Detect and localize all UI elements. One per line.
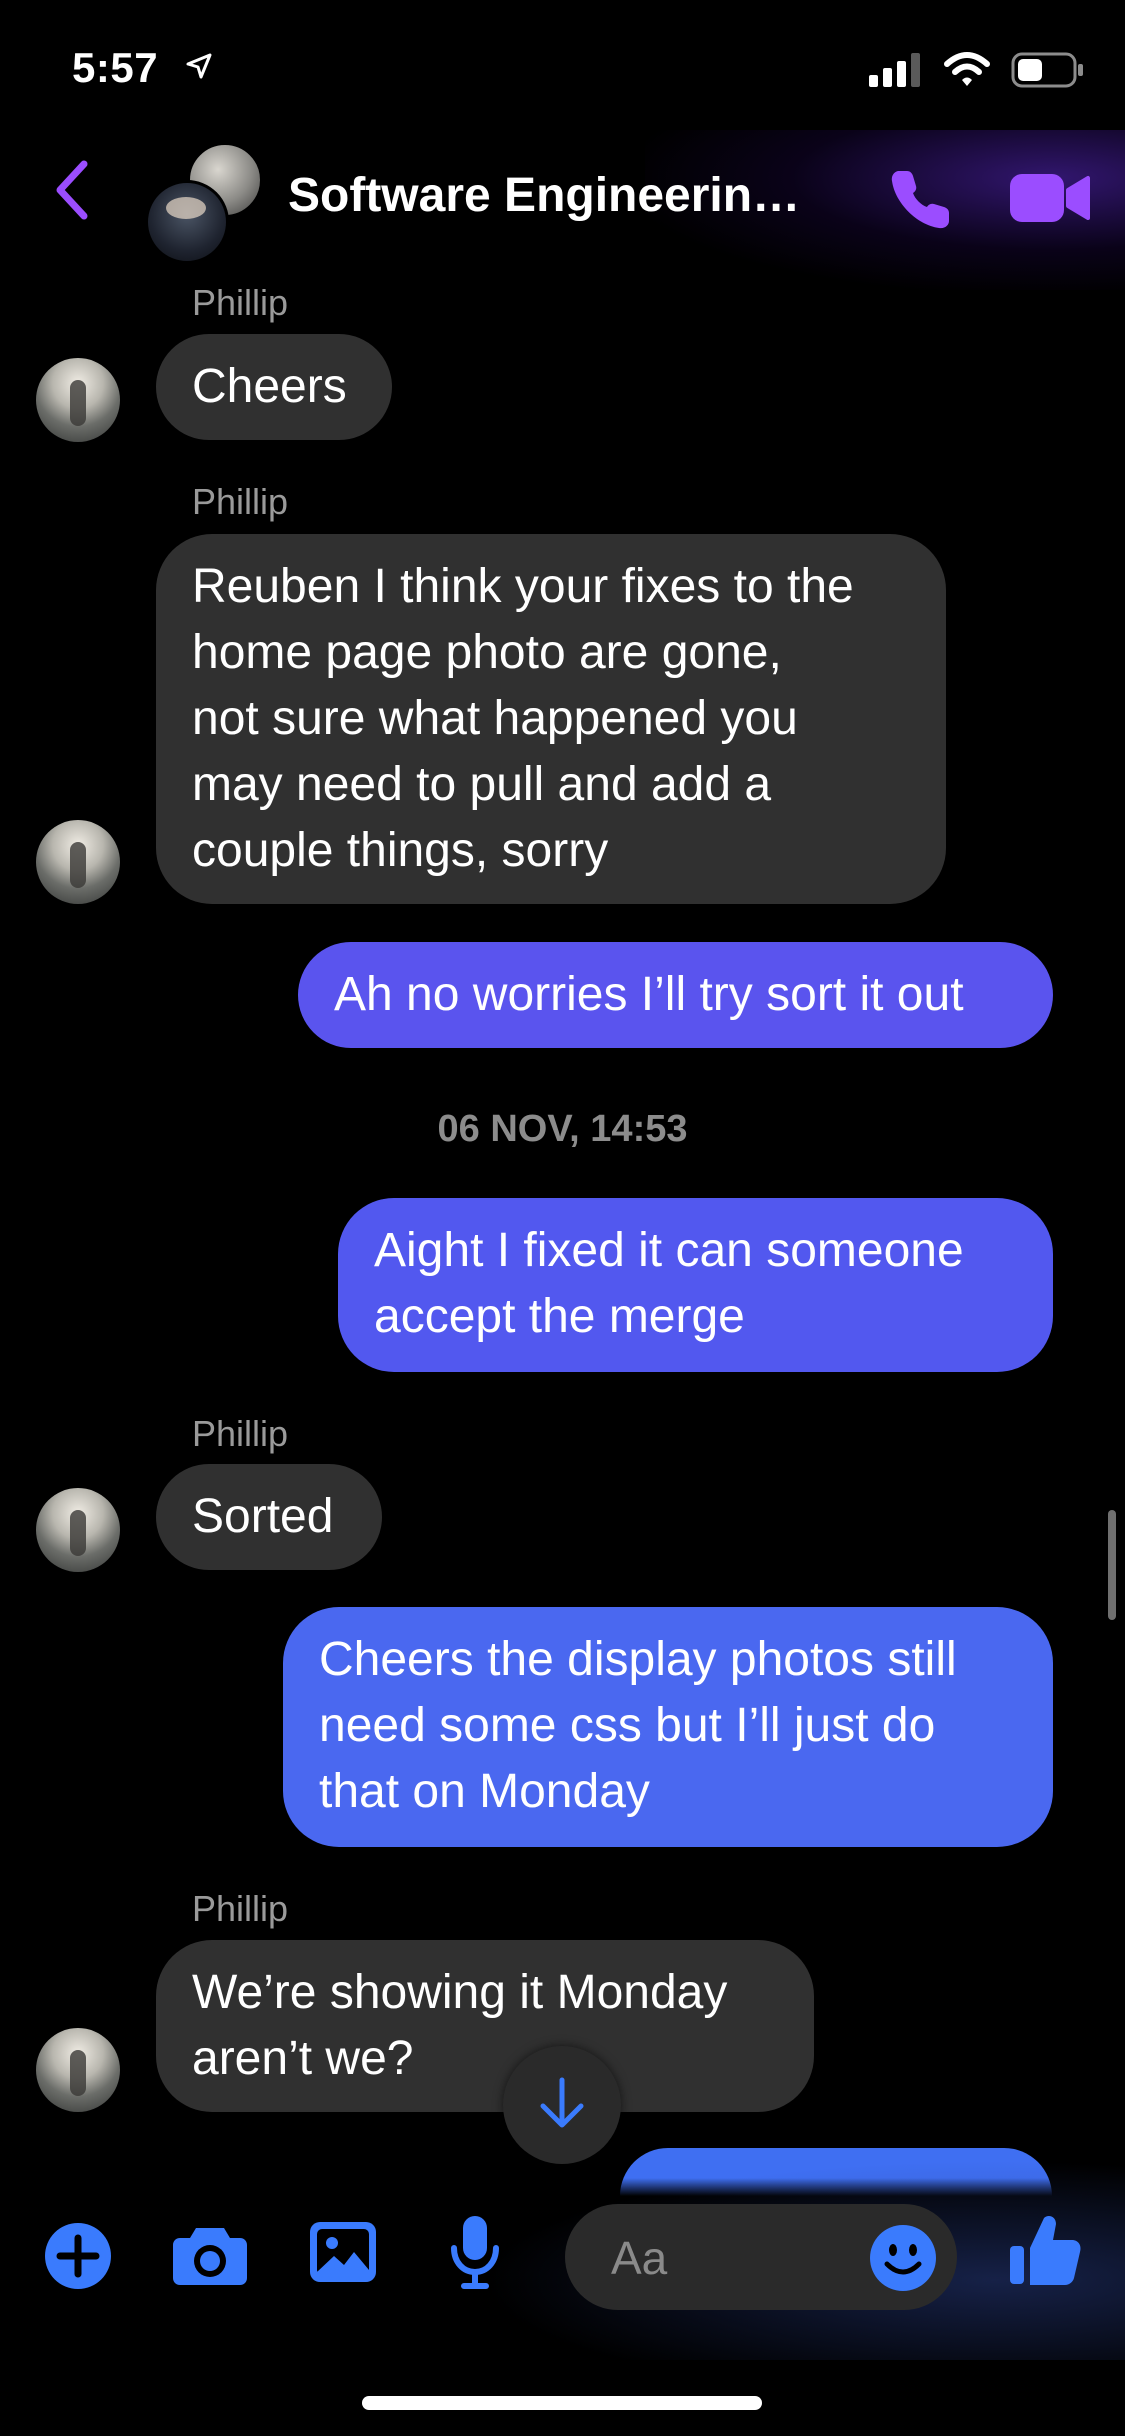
signal-icon xyxy=(867,53,923,92)
group-avatar[interactable] xyxy=(145,142,265,264)
avatar[interactable] xyxy=(36,358,120,442)
thumbs-up-icon[interactable] xyxy=(1008,2212,1082,2293)
location-arrow-icon xyxy=(185,52,213,85)
timestamp: 06 NOV, 14:53 xyxy=(437,1108,688,1150)
message-bubble[interactable]: Sorted xyxy=(156,1464,382,1570)
battery-icon xyxy=(1011,52,1085,93)
message-line: home page photo are gone, xyxy=(192,626,782,679)
message-line: Aight I fixed it can someone xyxy=(374,1224,964,1277)
message-bubble[interactable]: Cheers the display photos still need som… xyxy=(283,1607,1053,1847)
camera-icon[interactable] xyxy=(172,2222,248,2291)
phone-icon[interactable] xyxy=(885,165,955,240)
message-bubble[interactable]: Ah no worries I’ll try sort it out xyxy=(298,942,1053,1048)
message-bubble[interactable]: We’re showing it Monday aren’t we? xyxy=(156,1940,814,2112)
message-line: Reuben I think your fixes to the xyxy=(192,560,854,613)
arrow-down-icon xyxy=(537,2076,587,2135)
message-input-field[interactable] xyxy=(565,2204,957,2312)
status-indicators xyxy=(867,52,1085,93)
avatar-front xyxy=(145,180,229,264)
message-line: need some css but I’ll just do xyxy=(319,1699,936,1752)
wifi-icon xyxy=(943,52,991,93)
message-line: Ah no worries I’ll try sort it out xyxy=(334,968,964,1021)
message-line: may need to pull and add a xyxy=(192,758,772,811)
home-indicator[interactable] xyxy=(362,2396,762,2410)
sender-name: Phillip xyxy=(192,282,289,323)
message-line: We’re showing it Monday xyxy=(192,1966,728,2019)
message-line: accept the merge xyxy=(374,1290,745,1343)
scrollbar[interactable] xyxy=(1108,1510,1116,1620)
avatar[interactable] xyxy=(36,820,120,904)
message-line: Cheers the display photos still xyxy=(319,1633,957,1686)
sender-name: Phillip xyxy=(192,1888,289,1929)
back-chevron-icon[interactable] xyxy=(52,160,92,225)
sender-name: Phillip xyxy=(192,1413,289,1454)
microphone-icon[interactable] xyxy=(448,2214,502,2299)
message-line: not sure what happened you xyxy=(192,692,798,745)
message-bubble[interactable]: Reuben I think your fixes to the home pa… xyxy=(156,534,946,904)
emoji-icon[interactable] xyxy=(869,2224,937,2297)
sender-name: Phillip xyxy=(192,481,289,522)
plus-icon[interactable] xyxy=(44,2222,112,2295)
message-bubble[interactable]: Cheers xyxy=(156,334,392,440)
message-bubble[interactable]: Aight I fixed it can someone accept the … xyxy=(338,1198,1053,1372)
message-line: couple things, sorry xyxy=(192,824,609,877)
message-line: aren’t we? xyxy=(192,2032,414,2085)
video-camera-icon[interactable] xyxy=(1008,170,1092,231)
scroll-to-bottom-button[interactable] xyxy=(503,2046,621,2164)
message-line: that on Monday xyxy=(319,1765,650,1818)
avatar[interactable] xyxy=(36,1488,120,1572)
message-input[interactable] xyxy=(609,2204,873,2312)
chat-title[interactable]: Software Engineerin… xyxy=(288,168,800,223)
avatar[interactable] xyxy=(36,2028,120,2112)
image-gallery-icon[interactable] xyxy=(308,2220,378,2289)
status-time: 5:57 xyxy=(72,44,159,91)
